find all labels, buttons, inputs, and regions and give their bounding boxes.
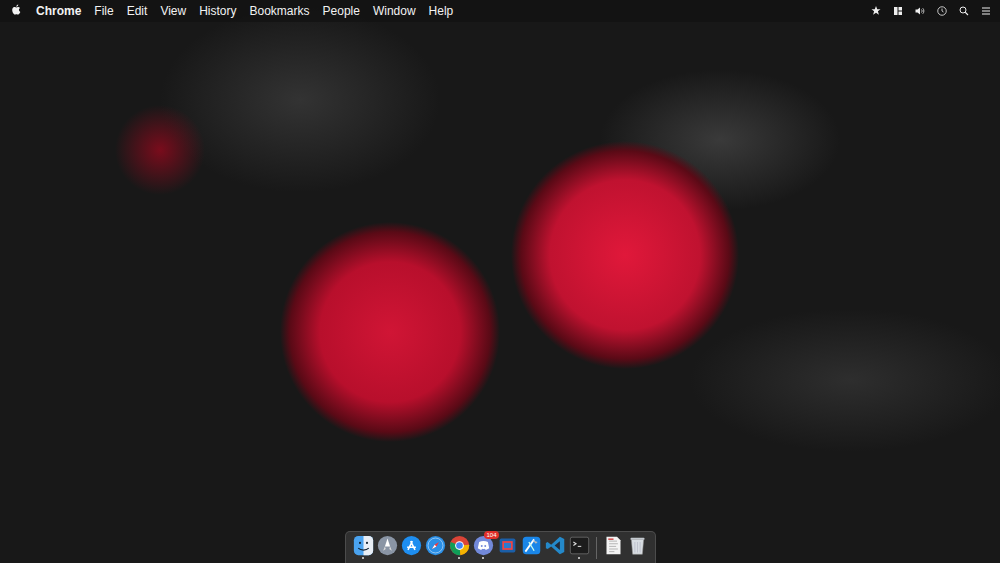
menu-item[interactable]: Help (429, 4, 454, 18)
menu-item[interactable]: Bookmarks (250, 4, 310, 18)
running-indicator (578, 557, 580, 559)
dock-item[interactable] (376, 535, 399, 560)
extension-icon[interactable] (870, 5, 882, 17)
apple-icon[interactable] (10, 3, 23, 19)
dock-item[interactable] (568, 535, 591, 560)
dock-item[interactable] (496, 535, 519, 560)
dock: 104 (345, 531, 656, 563)
vscode-icon[interactable] (545, 535, 566, 556)
dock-item[interactable] (626, 535, 649, 560)
dock-item[interactable] (448, 535, 471, 560)
dock-item[interactable] (520, 535, 543, 560)
trash-icon[interactable] (627, 535, 648, 556)
grid-icon[interactable] (892, 5, 904, 17)
menu-item[interactable]: Window (373, 4, 416, 18)
safari-icon[interactable] (425, 535, 446, 556)
app-menu[interactable]: Chrome (36, 4, 81, 18)
dock-item[interactable] (544, 535, 567, 560)
search-icon[interactable] (958, 5, 970, 17)
running-indicator (612, 557, 614, 559)
status-area (870, 5, 992, 17)
volume-icon[interactable] (914, 5, 926, 17)
chrome-icon[interactable] (449, 535, 470, 556)
notification-badge: 104 (484, 531, 498, 539)
menu-item[interactable]: History (199, 4, 236, 18)
menu-item[interactable]: View (160, 4, 186, 18)
running-indicator (434, 557, 436, 559)
running-indicator (530, 557, 532, 559)
dock-item[interactable]: 104 (472, 535, 495, 560)
dock-item[interactable] (352, 535, 375, 560)
menu-bar: Chrome File Edit View History Bookmarks People… (0, 0, 1000, 22)
running-indicator (636, 557, 638, 559)
dock-separator (596, 537, 597, 559)
running-indicator (482, 557, 484, 559)
document-icon[interactable] (603, 535, 624, 556)
finder-icon[interactable] (353, 535, 374, 556)
desktop: 104 (0, 22, 1000, 563)
menu-item[interactable]: File (94, 4, 113, 18)
menu-item[interactable]: Edit (127, 4, 148, 18)
launchpad-icon[interactable] (377, 535, 398, 556)
appstore-icon[interactable] (401, 535, 422, 556)
xcode-icon[interactable] (521, 535, 542, 556)
menu-item[interactable]: People (323, 4, 360, 18)
running-indicator (458, 557, 460, 559)
menu-left: Chrome File Edit View History Bookmarks People… (10, 3, 453, 19)
running-indicator (554, 557, 556, 559)
dock-item[interactable] (602, 535, 625, 560)
dock-item[interactable] (400, 535, 423, 560)
terminal-icon[interactable] (569, 535, 590, 556)
running-indicator (506, 557, 508, 559)
clock-icon[interactable] (936, 5, 948, 17)
running-indicator (410, 557, 412, 559)
list-icon[interactable] (980, 5, 992, 17)
dock-item[interactable] (424, 535, 447, 560)
virtualbox-icon[interactable] (497, 535, 518, 556)
running-indicator (386, 557, 388, 559)
running-indicator (362, 557, 364, 559)
